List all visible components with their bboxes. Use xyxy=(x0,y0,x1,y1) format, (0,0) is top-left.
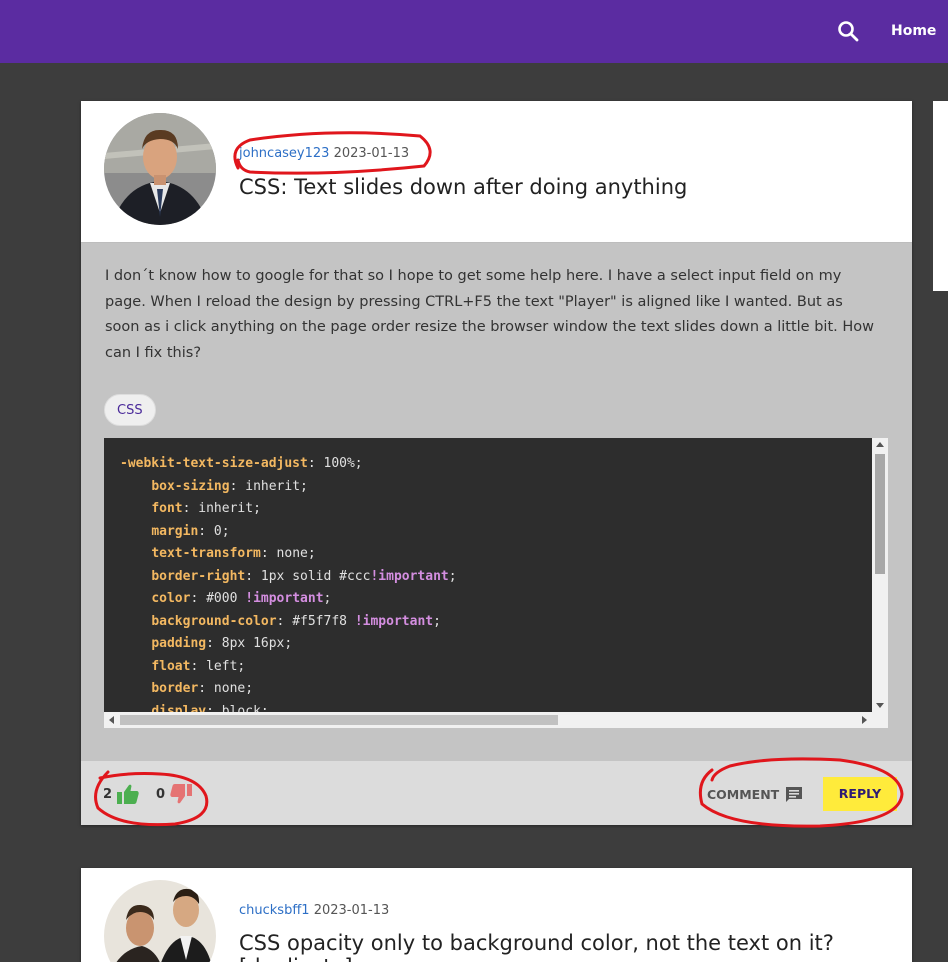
home-link[interactable]: Home xyxy=(891,23,936,39)
scrollbar-thumb[interactable] xyxy=(120,715,558,725)
code-line: background-color: #f5f7f8 !important; xyxy=(151,613,441,629)
comment-label: COMMENT xyxy=(707,787,780,802)
code-line: border: none; xyxy=(151,681,254,696)
horizontal-scrollbar[interactable] xyxy=(104,712,888,728)
scroll-up-icon[interactable] xyxy=(876,442,884,447)
post-actions: 2 0 COMMENT REPLY xyxy=(81,761,912,825)
code-block[interactable]: -webkit-text-size-adjust: 100%; box-sizi… xyxy=(104,438,888,728)
scroll-left-icon[interactable] xyxy=(109,716,114,724)
code-content: -webkit-text-size-adjust: 100%; box-sizi… xyxy=(120,453,457,723)
author-link[interactable]: johncasey123 xyxy=(239,146,329,161)
code-line: margin: 0; xyxy=(151,523,230,539)
author-link[interactable]: chucksbff1 xyxy=(239,903,310,918)
code-line: font: inherit; xyxy=(151,501,261,516)
code-line: float: left; xyxy=(151,658,246,674)
code-line: box-sizing: inherit; xyxy=(151,478,308,494)
tag-chip[interactable]: CSS xyxy=(104,394,156,426)
post-header: johncasey123 2023-01-13 CSS: Text slides… xyxy=(81,101,912,243)
post-title[interactable]: CSS: Text slides down after doing anythi… xyxy=(239,175,687,199)
thumbs-up-icon[interactable] xyxy=(116,783,140,805)
post-meta: johncasey123 2023-01-13 xyxy=(239,146,409,161)
top-app-bar: Home xyxy=(0,0,948,63)
post-card: johncasey123 2023-01-13 CSS: Text slides… xyxy=(81,101,912,825)
search-icon[interactable] xyxy=(836,19,860,43)
post-card: chucksbff1 2023-01-13 CSS opacity only t… xyxy=(81,868,912,962)
vote-controls: 2 0 xyxy=(103,783,209,805)
side-panel xyxy=(933,101,948,291)
scrollbar-thumb[interactable] xyxy=(875,454,885,574)
code-line: color: #000 !important; xyxy=(151,591,332,606)
scroll-down-icon[interactable] xyxy=(876,703,884,708)
post-meta: chucksbff1 2023-01-13 xyxy=(239,903,389,918)
code-line: padding: 8px 16px; xyxy=(151,636,293,651)
reply-button[interactable]: REPLY xyxy=(823,777,897,811)
comment-button[interactable]: COMMENT xyxy=(707,786,803,803)
thumbs-down-icon[interactable] xyxy=(169,783,193,805)
comment-icon xyxy=(786,787,803,802)
code-line: -webkit-text-size-adjust: 100%; xyxy=(120,456,363,471)
downvote-count: 0 xyxy=(156,786,166,802)
code-line: text-transform: none; xyxy=(151,546,316,561)
post-description: I don´t know how to google for that so I… xyxy=(105,268,874,361)
vertical-scrollbar[interactable] xyxy=(872,438,888,712)
post-body: I don´t know how to google for that so I… xyxy=(81,243,912,761)
avatar[interactable] xyxy=(104,880,216,962)
code-line: border-right: 1px solid #ccc!important; xyxy=(151,568,457,584)
upvote-count: 2 xyxy=(103,786,113,802)
scroll-right-icon[interactable] xyxy=(862,716,867,724)
avatar[interactable] xyxy=(104,113,216,225)
post-date: 2023-01-13 xyxy=(333,146,410,161)
post-date: 2023-01-13 xyxy=(313,903,390,918)
post-title[interactable]: CSS opacity only to background color, no… xyxy=(239,931,859,962)
